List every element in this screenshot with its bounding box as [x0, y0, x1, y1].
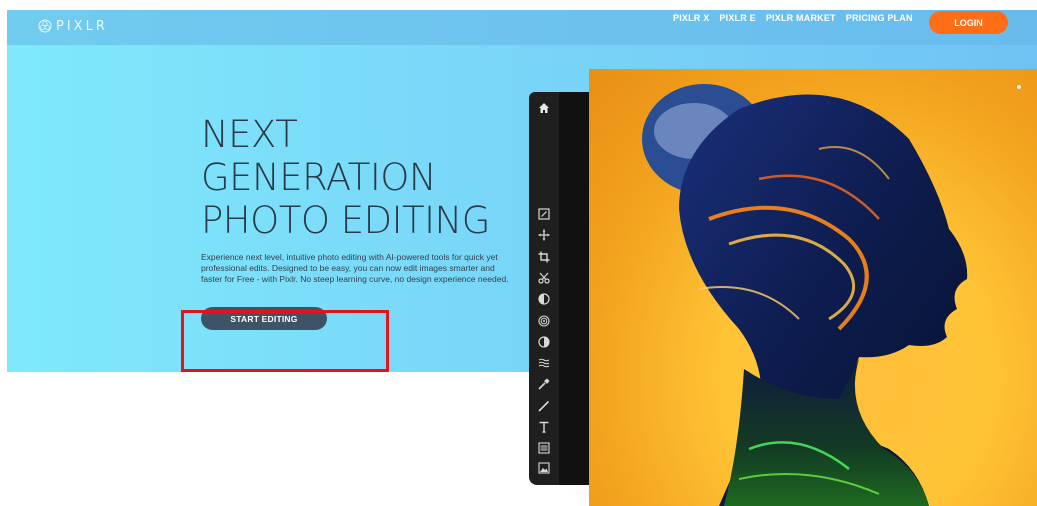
- text-icon[interactable]: [536, 419, 552, 435]
- draw-icon[interactable]: [536, 398, 552, 414]
- pixlr-logo-icon: [38, 19, 52, 33]
- main-nav: PIXLR X PIXLR E PIXLR MARKET PRICING PLA…: [673, 13, 913, 23]
- hero-photo: [589, 69, 1037, 506]
- element-icon[interactable]: [536, 440, 552, 456]
- nav-pixlr-market[interactable]: PIXLR MARKET: [766, 13, 836, 23]
- focus-icon[interactable]: [536, 313, 552, 329]
- login-button[interactable]: LOGIN: [929, 11, 1008, 34]
- pixlr-logo[interactable]: PIXLR: [38, 15, 108, 37]
- home-icon[interactable]: [536, 100, 552, 116]
- headline-line-3: PHOTO EDITING: [201, 199, 490, 242]
- cutout-icon[interactable]: [536, 270, 552, 286]
- move-icon[interactable]: [536, 227, 552, 243]
- crop-icon[interactable]: [536, 249, 552, 265]
- hero-description: Experience next level, intuitive photo e…: [201, 252, 509, 284]
- headline-line-2: GENERATION: [201, 156, 437, 199]
- nav-pixlr-x[interactable]: PIXLR X: [673, 13, 709, 23]
- liquify-icon[interactable]: [536, 291, 552, 307]
- double-exposure-portrait: [642, 84, 1021, 506]
- editor-toolbar: [529, 92, 559, 485]
- filter-icon[interactable]: [536, 355, 552, 371]
- brush-tool-icon[interactable]: [536, 376, 552, 392]
- adjust-icon[interactable]: [536, 334, 552, 350]
- logo-text: PIXLR: [56, 18, 108, 34]
- image-icon[interactable]: [536, 460, 552, 476]
- nav-pricing-plan[interactable]: PRICING PLAN: [846, 13, 913, 23]
- hero-headline: NEXT GENERATION PHOTO EDITING: [201, 113, 490, 242]
- resize-icon[interactable]: [536, 206, 552, 222]
- headline-line-1: NEXT: [201, 113, 298, 156]
- annotation-highlight-box: [181, 310, 389, 372]
- nav-pixlr-e[interactable]: PIXLR E: [719, 13, 755, 23]
- editor-panel: [559, 92, 591, 485]
